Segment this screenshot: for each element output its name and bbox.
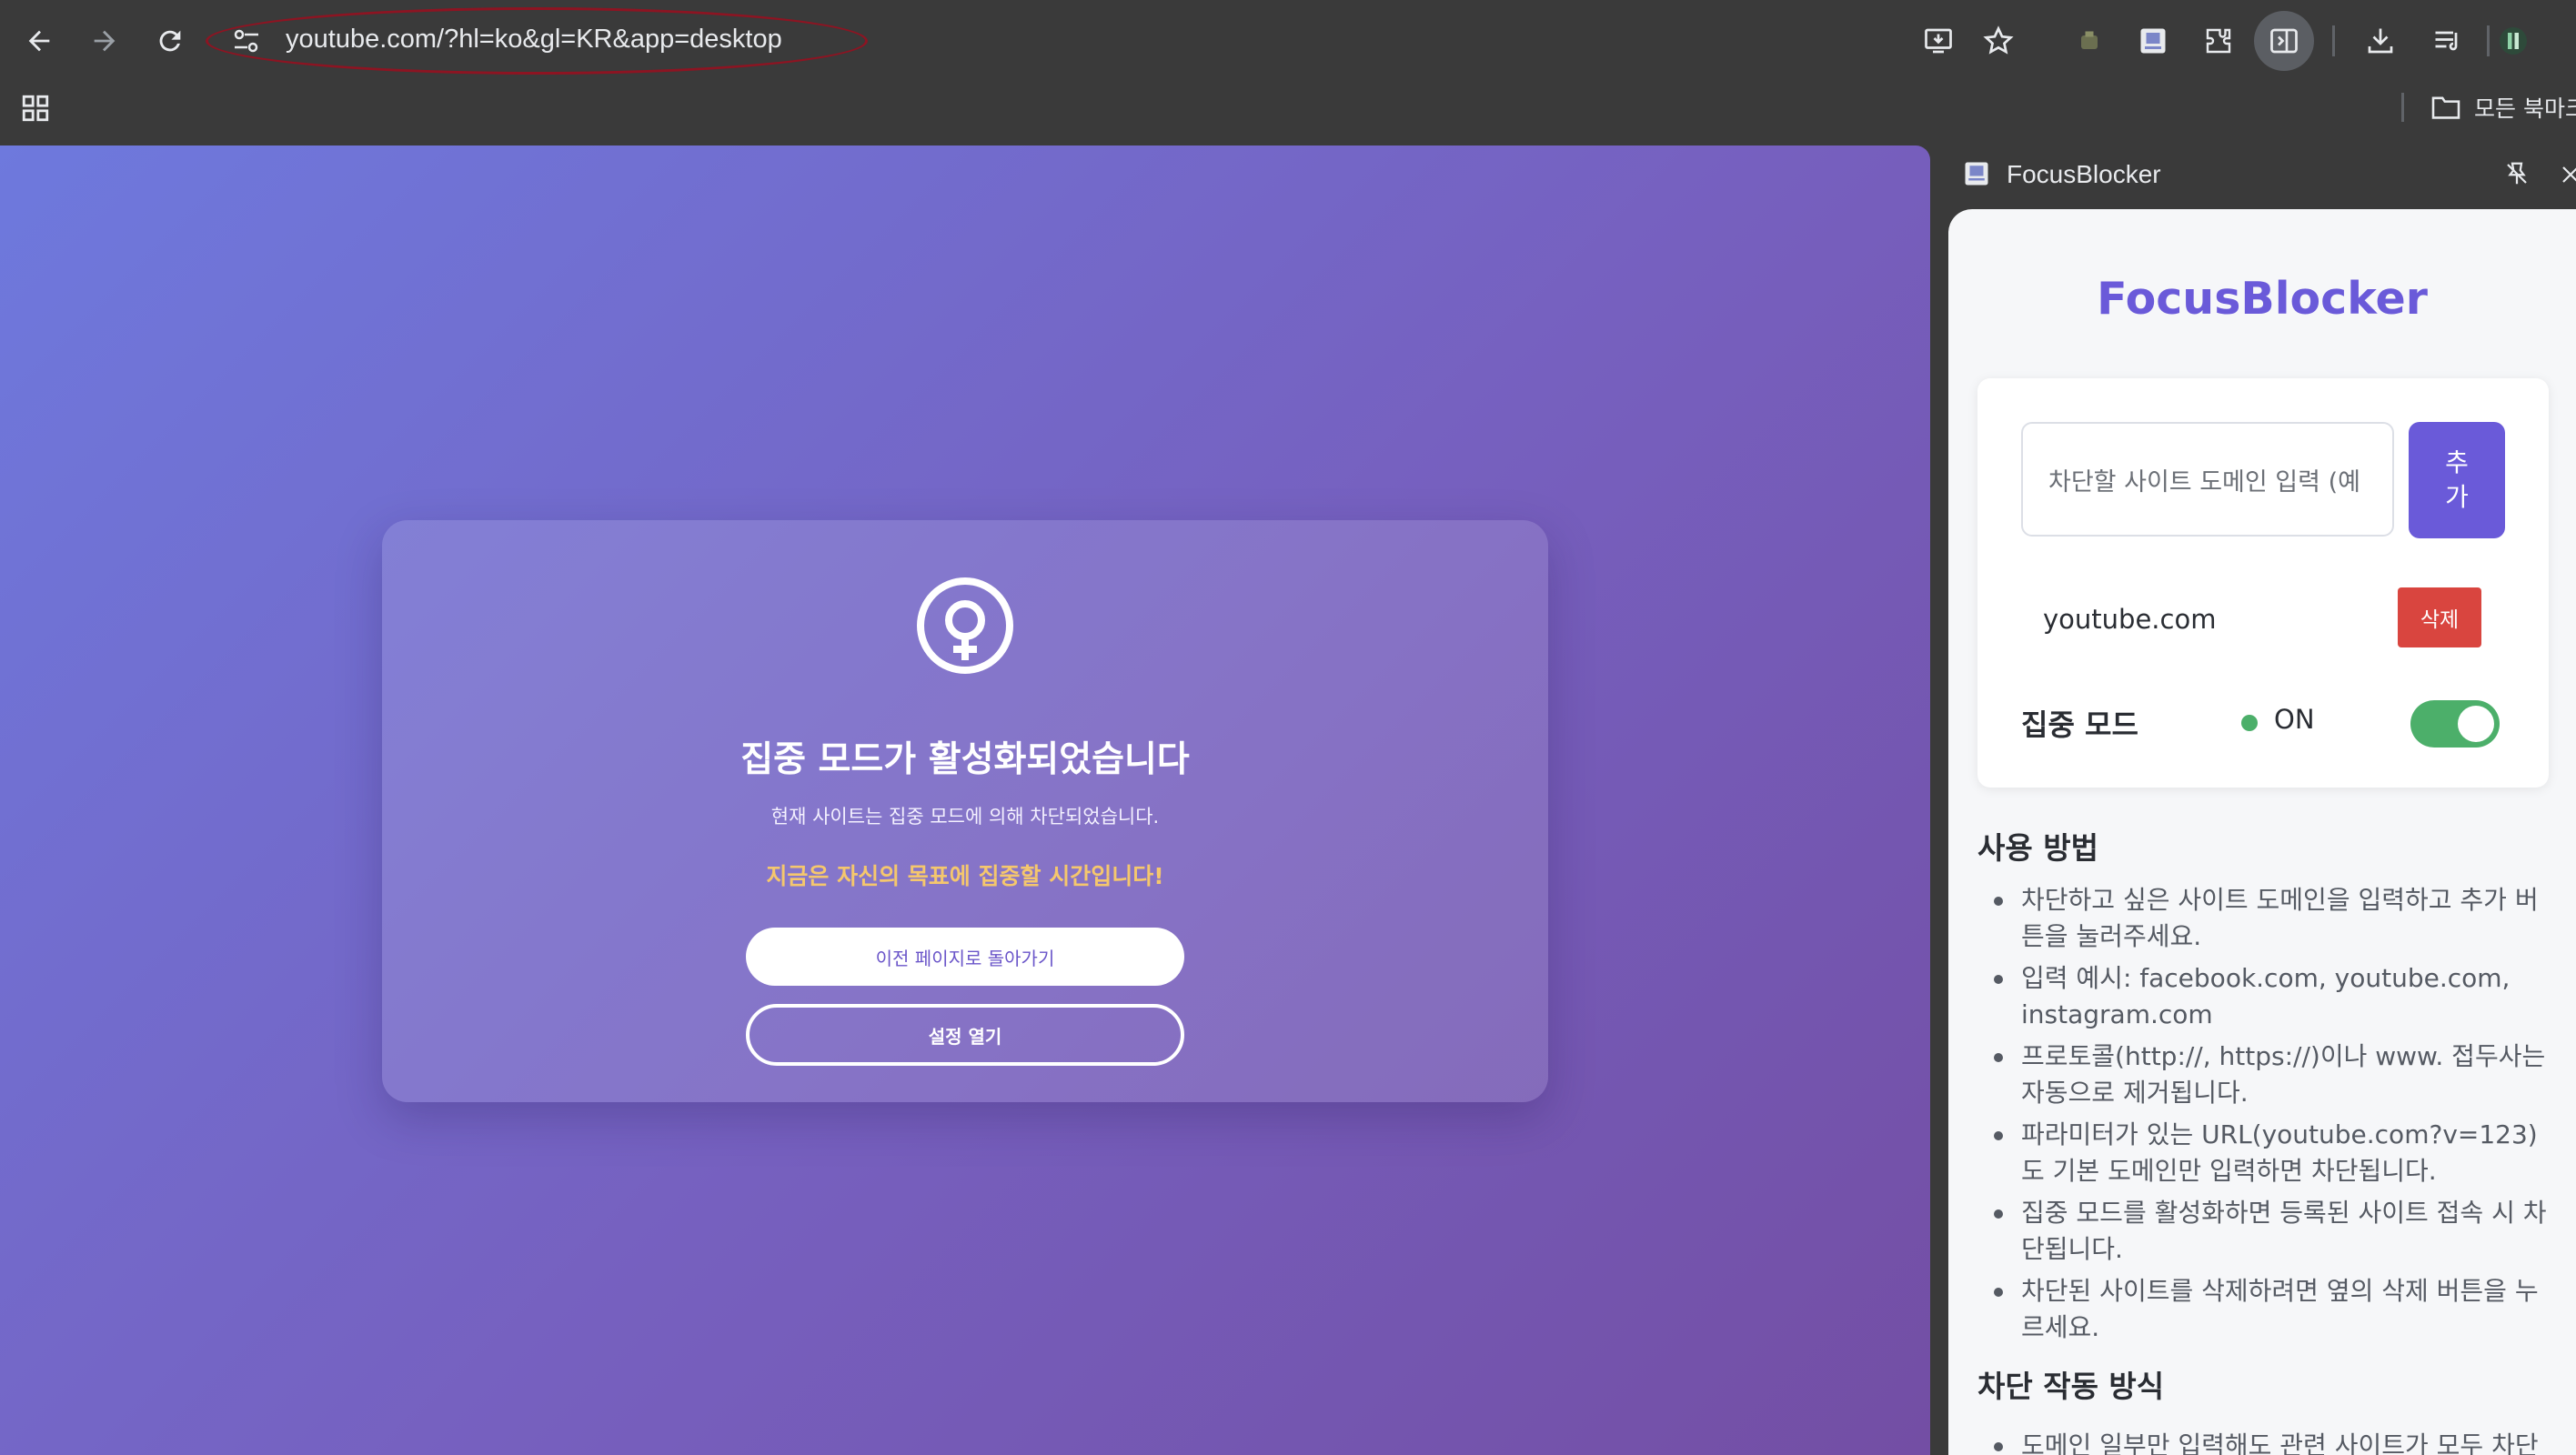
list-item: 프로토콜(http://, https://)이나 www. 접두사는 자동으로…: [1977, 1039, 2551, 1111]
list-item: 차단된 사이트를 삭제하려면 옆의 삭제 버튼을 누르세요.: [1977, 1273, 2551, 1346]
install-app-button[interactable]: [1919, 22, 1957, 60]
downloads-button[interactable]: [2361, 22, 2400, 60]
reading-list-button[interactable]: [2429, 22, 2467, 60]
settings-card: 차단할 사이트 도메인 입력 (예 추 가 youtube.com 삭제 집중 …: [1977, 378, 2549, 788]
list-item: 파라미터가 있는 URL(youtube.com?v=123)도 기본 도메인만…: [1977, 1117, 2551, 1189]
blocked-title: 집중 모드가 활성화되었습니다: [740, 739, 1190, 780]
focus-mode-toggle[interactable]: [2410, 700, 2500, 748]
back-button[interactable]: [18, 20, 60, 62]
blocked-page: 집중 모드가 활성화되었습니다 현재 사이트는 집중 모드에 의해 차단되었습니…: [0, 146, 1930, 1455]
close-icon[interactable]: [2560, 162, 2576, 187]
side-panel-title: FocusBlocker: [2007, 160, 2161, 188]
blocked-description: 현재 사이트는 집중 모드에 의해 차단되었습니다.: [770, 806, 1160, 828]
toolbar-divider: [2332, 25, 2335, 56]
focusblocker-extension-button[interactable]: [2134, 22, 2172, 60]
bookmarks-divider: [2401, 93, 2404, 122]
usage-heading: 사용 방법: [1977, 830, 2098, 866]
delete-button[interactable]: 삭제: [2398, 587, 2481, 647]
usage-list: 차단하고 싶은 사이트 도메인을 입력하고 추가 버튼을 눌러주세요. 입력 예…: [1977, 882, 2551, 1351]
focusblocker-panel-icon: [1965, 162, 1988, 186]
profile-avatar-icon: [2500, 27, 2527, 55]
profile-button[interactable]: [2494, 22, 2532, 60]
status-indicator-dot: [2241, 715, 2258, 731]
forward-button[interactable]: [84, 20, 126, 62]
bookmark-star-button[interactable]: [1979, 22, 2018, 60]
folder-icon[interactable]: [2430, 95, 2461, 120]
app-title: FocusBlocker: [2097, 273, 2428, 325]
open-settings-button[interactable]: 설정 열기: [746, 1004, 1184, 1066]
back-icon: [28, 30, 50, 52]
reload-button[interactable]: [149, 20, 191, 62]
all-bookmarks-label[interactable]: 모든 북마크: [2474, 91, 2576, 124]
download-icon: [2368, 28, 2393, 54]
blocked-site-domain: youtube.com: [2043, 604, 2217, 635]
side-panel-button[interactable]: [2254, 11, 2314, 71]
list-item: 집중 모드를 활성화하면 등록된 사이트 접속 시 차단됩니다.: [1977, 1195, 2551, 1268]
install-app-icon: [1925, 28, 1952, 54]
focusblocker-panel: FocusBlocker 차단할 사이트 도메인 입력 (예 추 가 youtu…: [1948, 209, 2576, 1455]
unpin-icon[interactable]: [2503, 160, 2531, 187]
apps-grid-icon[interactable]: [20, 93, 51, 124]
domain-input[interactable]: 차단할 사이트 도메인 입력 (예: [2021, 422, 2394, 537]
blocked-card: 집중 모드가 활성화되었습니다 현재 사이트는 집중 모드에 의해 차단되었습니…: [382, 520, 1548, 1102]
mechanism-heading: 차단 작동 방식: [1977, 1369, 2165, 1404]
list-item: 차단하고 싶은 사이트 도메인을 입력하고 추가 버튼을 눌러주세요.: [1977, 882, 2551, 955]
focus-motto: 지금은 자신의 목표에 집중할 시간입니다!: [766, 863, 1164, 889]
extensions-puzzle-icon: [2206, 28, 2231, 54]
bookmarks-bar: [0, 82, 2576, 146]
address-bar[interactable]: youtube.com/?hl=ko&gl=KR&app=desktop: [206, 7, 868, 75]
toolbar-divider: [2487, 25, 2490, 56]
side-panel-icon: [2270, 28, 2298, 54]
add-button[interactable]: 추 가: [2409, 422, 2505, 538]
bookmark-star-icon: [1983, 25, 2014, 55]
reload-icon: [159, 30, 181, 52]
list-item: 도메인 일부만 입력해도 관련 사이트가 모두 차단: [1977, 1428, 2551, 1455]
focus-target-icon: [917, 577, 1013, 674]
site-info-icon[interactable]: [233, 29, 260, 53]
add-button-label: 추 가: [2445, 447, 2469, 512]
focus-mode-label: 집중 모드: [2021, 707, 2138, 742]
reading-list-icon: [2435, 31, 2458, 51]
extension-button[interactable]: [2070, 22, 2108, 60]
extensions-menu-button[interactable]: [2199, 22, 2238, 60]
mechanism-list: 도메인 일부만 입력해도 관련 사이트가 모두 차단: [1977, 1428, 2551, 1455]
focus-mode-status: ON: [2274, 704, 2315, 735]
extension-icon: [2081, 31, 2098, 49]
forward-icon: [94, 30, 116, 52]
toggle-knob: [2458, 706, 2494, 742]
list-item: 입력 예시: facebook.com, youtube.com, instag…: [1977, 960, 2551, 1033]
go-back-button[interactable]: 이전 페이지로 돌아가기: [746, 928, 1184, 986]
focusblocker-extension-icon: [2140, 28, 2166, 54]
url-text[interactable]: youtube.com/?hl=ko&gl=KR&app=desktop: [286, 25, 782, 55]
